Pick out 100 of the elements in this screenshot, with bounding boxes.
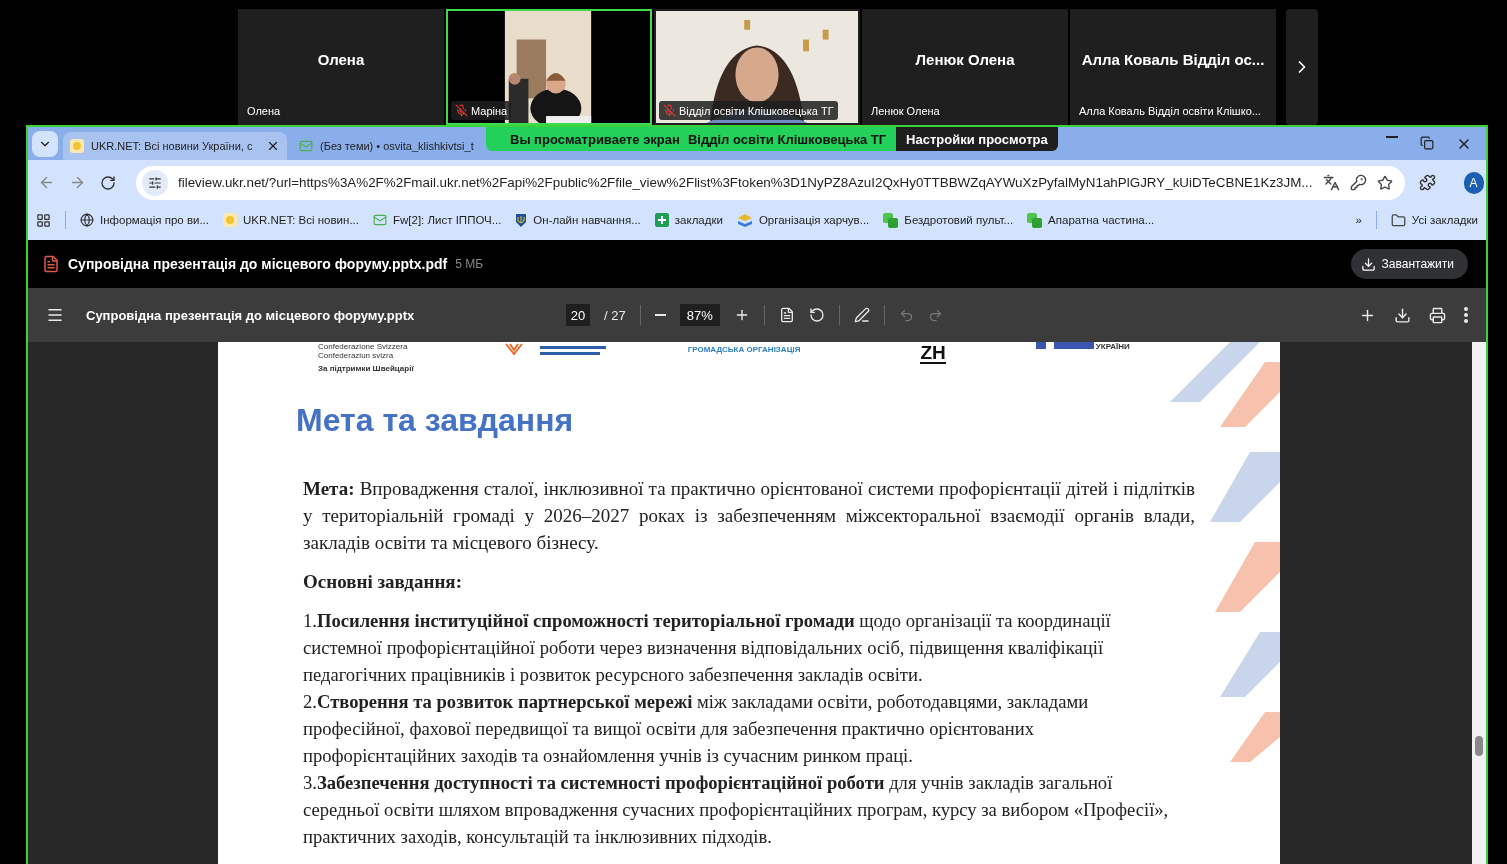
page-icon (778, 307, 795, 323)
document-title: Супровідна презентація до місцевого форуму.pptx (86, 307, 416, 323)
profile-avatar[interactable]: A (1463, 171, 1484, 194)
bookmark-link[interactable]: Інформація про ви... (80, 213, 209, 227)
print-button[interactable] (1429, 306, 1446, 324)
logo-text: Confederaziun svizra (318, 351, 395, 360)
browser-tab[interactable]: (Без теми) • osvita_klishkivtsi_t (292, 132, 484, 160)
scrollbar[interactable] (1472, 342, 1486, 864)
participant-name: Ленюк Олена (915, 50, 1015, 68)
extensions-button[interactable] (1418, 174, 1436, 191)
browser-tab[interactable]: UKR.NET: Всі новини України, с (63, 132, 287, 160)
url-text: fileview.ukr.net/?url=https%3A%2F%2Fmail.ukr.net%2Fapi%2Fpublic%2Ffile_view%2Flist%3Ftoken%3D1NyPZ8AzuI2QxHy0TTBBWZqAYWuXzPyfalMyN1ahPlGJRY_kUiDTeCBNE1Kz3JM... (178, 175, 1313, 190)
reload-icon (100, 174, 116, 191)
envelope-icon (373, 213, 387, 227)
minimize-icon (1386, 135, 1398, 138)
close-icon (266, 139, 280, 153)
menu-icon (46, 306, 64, 324)
sun-icon (70, 139, 84, 153)
squares-icon (883, 212, 899, 228)
logo-text: За підтримки Швейцарії (318, 364, 414, 373)
logo-text: ГРОМАДСЬКА ОРГАНІЗАЦІЯ (687, 345, 801, 354)
file-name: Супровідна презентація до місцевого форуму.pptx.pdf (68, 256, 448, 272)
view-settings-button[interactable]: Настройки просмотра (896, 127, 1058, 151)
bookmark-link[interactable]: Бездротовий пульт... (883, 212, 1014, 228)
reload-button[interactable] (100, 174, 116, 191)
trident-icon (515, 213, 528, 227)
mic-off-icon (455, 104, 468, 117)
squares-icon (1027, 212, 1043, 228)
sliders-icon (148, 175, 162, 190)
translate-icon (1322, 174, 1340, 191)
download-button[interactable] (1394, 306, 1411, 324)
tasks-heading: Основні завдання: (303, 570, 463, 594)
logo-icon (1035, 342, 1096, 350)
redo-icon (927, 307, 943, 323)
share-text: Вы просматриваете экран (510, 131, 680, 147)
site-info-button[interactable] (142, 169, 168, 196)
participant-label: Відділ освіти Клішковецька ТГ (659, 101, 838, 120)
more-button[interactable] (1464, 306, 1468, 324)
bookmark-link[interactable]: Fw[2]: Лист ІППОЧ... (373, 213, 502, 227)
download-icon (1394, 306, 1411, 324)
task-paragraph: 2.Створення та розвиток партнерської мережі між закладами освіти, роботодавцями, закладами професійної, фахової передвищої та вищої освіти для забезпечення практично орієнтованих профорієнтаційних заходів та ознайомлення учнів із сучасним ринком праці. (303, 690, 1090, 768)
more-icon (1464, 307, 1468, 323)
book-icon (736, 213, 753, 227)
task-paragraph: 1.Посилення інституційної спроможності територіальної громади щодо організації та координації системної профорієнтаційної роботи через визначення відповідальних осіб, підвищення кваліфікації педагогічних працівників і розвиток ресурсного забезпечення закладів освіти. (303, 609, 1112, 687)
minus-icon (654, 314, 666, 316)
globe-icon (80, 213, 94, 227)
download-icon (1360, 256, 1376, 272)
plus-icon (654, 213, 669, 227)
logo-icon (503, 342, 608, 358)
zoom-field[interactable]: 87% (679, 304, 720, 326)
page-count: / 27 (604, 307, 626, 323)
slide-title: Мета та завдання (296, 402, 575, 439)
logo-text: Confederazione Svizzera (318, 342, 409, 351)
puzzle-icon (1418, 174, 1436, 191)
menu-button[interactable] (46, 306, 64, 324)
back-button[interactable] (38, 174, 55, 191)
folder-icon (1390, 212, 1406, 228)
bookmark-link[interactable]: Апаратна частина... (1027, 212, 1155, 228)
presenter-name: Відділ освіти Клішковецька ТГ (687, 131, 887, 147)
apps-button[interactable] (36, 212, 51, 228)
restore-icon (1420, 135, 1434, 150)
fit-page-button[interactable] (778, 307, 795, 323)
address-bar[interactable]: fileview.ukr.net/?url=https%3A%2F%2Fmail.ukr.net%2Fapi%2Fpublic%2Ffile_view%2Flist%3Ftoken%3D1NyPZ8AzuI2QxHy0TTBBWZqAYWuXzPyfalMyN1ahPlGJRY_kUiDTeCBNE1Kz3JM... (136, 165, 1405, 200)
undo-icon (898, 307, 914, 323)
key-button[interactable] (1349, 174, 1367, 191)
bookmark-link[interactable]: UKR.NET: Всі новин... (223, 213, 359, 227)
star-icon (1376, 174, 1393, 191)
pen-icon (853, 307, 870, 323)
participant-name: Олена (317, 50, 365, 68)
pdf-icon (42, 255, 60, 273)
bookmark-link[interactable]: Он-лайн навчання... (515, 213, 641, 227)
logo-text: ZH (920, 344, 946, 364)
bookmark-link[interactable]: закладки (654, 213, 723, 227)
restore-button[interactable] (1420, 135, 1434, 152)
participant-label: Маріна (451, 101, 512, 120)
sun-icon (223, 213, 237, 227)
rotate-button[interactable] (808, 307, 825, 323)
key-icon (1349, 174, 1367, 191)
scroll-thumb[interactable] (1475, 736, 1483, 756)
redo-button[interactable] (927, 307, 943, 323)
mic-off-icon (663, 104, 676, 117)
page-number-field[interactable]: 20 (566, 304, 590, 326)
draw-button[interactable] (853, 307, 870, 323)
file-size: 5 МБ (455, 257, 484, 271)
all-bookmarks-link[interactable]: Усі закладки (1390, 212, 1478, 228)
task-paragraph: 3.Забезпечення доступності та системності профорієнтаційної роботи для учнів закладів загальної середньої освіти шляхом впровадження сучасних профорієнтаційних програм, курсу за вибором «Професії», практичних заходів, консультацій та інклюзивних підходів. (303, 771, 1170, 849)
logo-text: УКРАЇНИ (1095, 342, 1130, 351)
participant-name: Алла Коваль Відділ ос... (1081, 50, 1265, 68)
download-button[interactable]: Завантажити (1350, 249, 1468, 279)
envelope-icon (299, 139, 313, 153)
forward-button[interactable] (69, 174, 86, 191)
bookmark-link[interactable]: Організація харчув... (736, 213, 870, 227)
printer-icon (1429, 306, 1446, 324)
bookmark-star-button[interactable] (1376, 174, 1393, 191)
translate-button[interactable] (1322, 174, 1340, 191)
rotate-icon (808, 307, 825, 323)
goal-paragraph: Мета: Впровадження сталої, інклюзивної та практично орієнтованої системи профорієнтації дітей і підлітків у територіальній громаді у 2026–2027 роках із забезпеченням міжсекторальної взаємодії органів влади, закладів освіти та місцевого бізнесу. (303, 477, 1195, 555)
grid-icon (36, 212, 51, 228)
more-bookmarks-button[interactable]: » (1355, 214, 1362, 226)
undo-button[interactable] (898, 307, 914, 323)
